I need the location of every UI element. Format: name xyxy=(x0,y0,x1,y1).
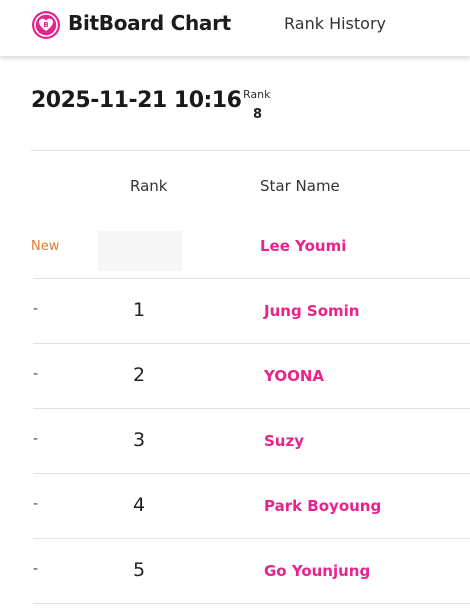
chart-timestamp: 2025-11-21 10:16 xyxy=(31,88,242,113)
column-header-rank: Rank xyxy=(130,177,168,195)
rank-placeholder xyxy=(98,231,182,271)
rank-number: 4 xyxy=(132,494,146,516)
star-name-link[interactable]: Go Younjung xyxy=(264,562,370,580)
star-name-link[interactable]: Jung Somin xyxy=(264,302,359,320)
rank-change: - xyxy=(33,561,39,577)
table-row[interactable]: - 1 Jung Somin xyxy=(0,279,470,344)
rank-change: - xyxy=(33,431,39,447)
rank-number: 5 xyxy=(132,559,146,581)
rank-change: - xyxy=(33,301,39,317)
brand-title[interactable]: BitBoard Chart xyxy=(68,11,231,35)
star-name-link[interactable]: YOONA xyxy=(264,367,324,385)
table-row[interactable]: - 5 Go Younjung xyxy=(0,539,470,604)
rank-label: Rank xyxy=(243,88,271,101)
table-row[interactable]: - 3 Suzy xyxy=(0,409,470,474)
star-name-link[interactable]: Park Boyoung xyxy=(264,497,381,515)
rank-change: - xyxy=(33,496,39,512)
column-header-star-name: Star Name xyxy=(260,177,340,195)
rank-number: 2 xyxy=(132,364,146,386)
rank-number: 3 xyxy=(132,429,146,451)
row-divider xyxy=(33,603,470,604)
rank-change: - xyxy=(33,366,39,382)
rank-number: 1 xyxy=(132,299,146,321)
app-header: B BitBoard Chart Rank History xyxy=(0,0,470,56)
svg-text:B: B xyxy=(43,21,48,29)
rank-change: New xyxy=(31,239,60,254)
table-row[interactable]: - 2 YOONA xyxy=(0,344,470,409)
heart-b-logo-icon[interactable]: B xyxy=(31,10,61,40)
divider xyxy=(31,150,470,151)
table-row[interactable]: - 4 Park Boyoung xyxy=(0,474,470,539)
table-row[interactable]: New Lee Youmi xyxy=(0,214,470,279)
rank-value: 8 xyxy=(253,107,263,122)
nav-rank-history[interactable]: Rank History xyxy=(284,14,386,33)
star-name-link[interactable]: Suzy xyxy=(264,432,304,450)
star-name-link[interactable]: Lee Youmi xyxy=(260,237,346,255)
